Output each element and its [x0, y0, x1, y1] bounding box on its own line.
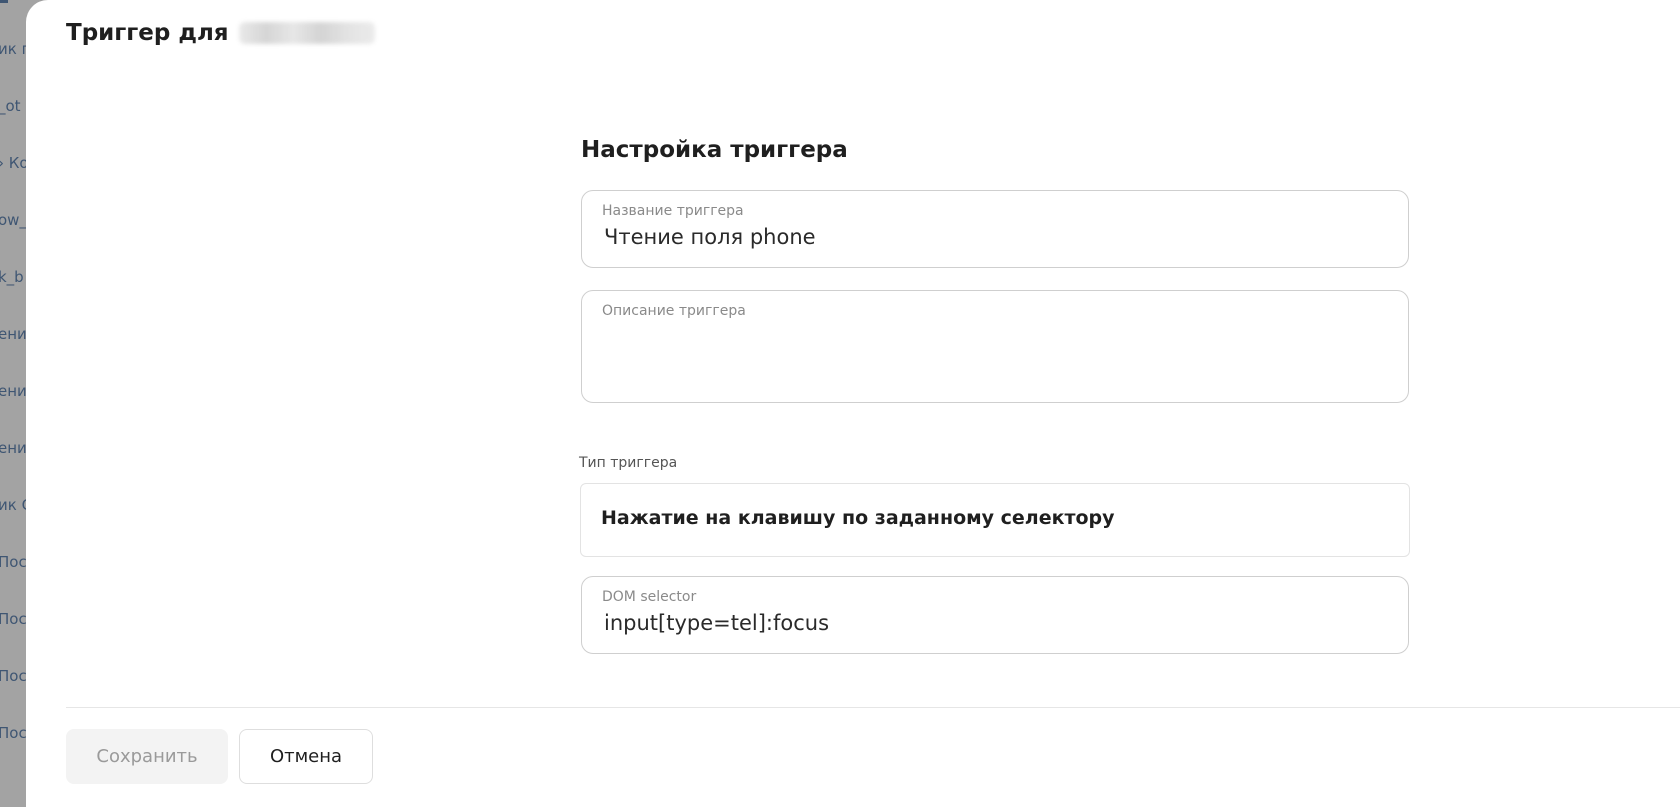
trigger-name-field[interactable]: Название триггера Чтение поля phone: [581, 190, 1409, 268]
trigger-name-label: Название триггера: [602, 203, 744, 219]
trigger-type-selected-value: Нажатие на клавишу по заданному селектор…: [601, 507, 1115, 529]
dom-selector-label: DOM selector: [602, 589, 697, 605]
background-list-item: Пос: [0, 667, 27, 685]
cancel-button[interactable]: Отмена: [239, 729, 373, 784]
form-heading: Настройка триггера: [581, 137, 848, 163]
dom-selector-field[interactable]: DOM selector input[type=tel]:focus: [581, 576, 1409, 654]
background-list-item: _ot: [0, 97, 21, 115]
trigger-panel: Триггер для Настройка триггера Название …: [26, 0, 1680, 807]
background-list-item: ени: [0, 325, 27, 343]
footer-divider: [66, 707, 1680, 708]
dom-selector-input[interactable]: input[type=tel]:focus: [604, 611, 829, 635]
background-list-item: k_b: [0, 268, 24, 286]
redacted-container-name: [238, 22, 375, 44]
background-list-item: ени: [0, 439, 27, 457]
panel-title-text: Триггер для: [66, 20, 229, 46]
trigger-type-select[interactable]: Нажатие на клавишу по заданному селектор…: [580, 483, 1410, 557]
trigger-name-input[interactable]: Чтение поля phone: [604, 225, 816, 249]
trigger-settings-form: Настройка триггера Название триггера Чте…: [553, 130, 1410, 654]
panel-title: Триггер для: [66, 20, 375, 46]
background-list-marker: [0, 0, 8, 3]
background-list-item: ени: [0, 382, 27, 400]
background-list-item: Пос: [0, 724, 27, 742]
trigger-description-label: Описание триггера: [602, 303, 746, 319]
background-list-item: Пос: [0, 610, 27, 628]
background-list-item: Пос: [0, 553, 27, 571]
trigger-type-label: Тип триггера: [579, 455, 678, 471]
background-list-item: ow_: [0, 211, 27, 229]
background-list-item: › Ко: [0, 154, 29, 172]
trigger-description-field[interactable]: Описание триггера: [581, 290, 1409, 403]
save-button[interactable]: Сохранить: [66, 729, 228, 784]
